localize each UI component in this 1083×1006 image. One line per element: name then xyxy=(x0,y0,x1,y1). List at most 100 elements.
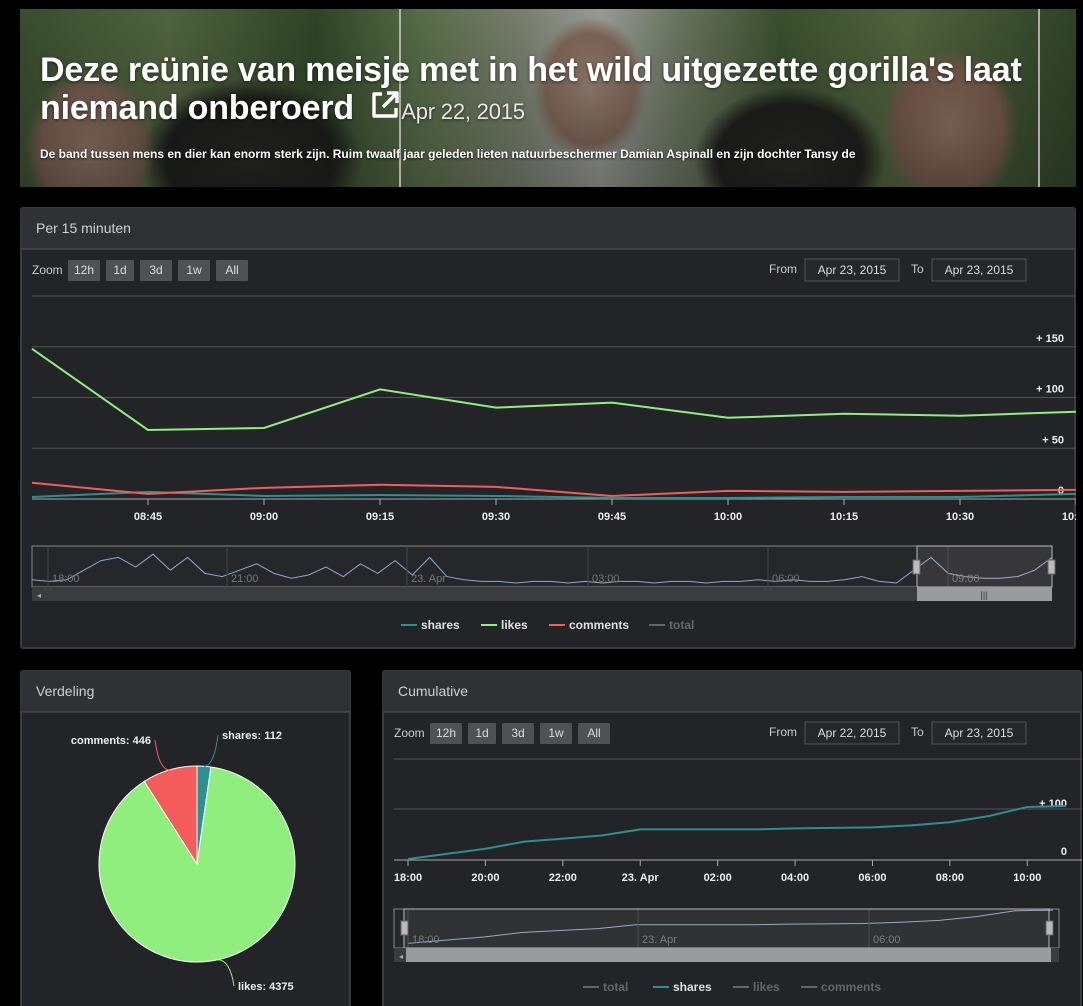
legend-item-comments[interactable]: comments xyxy=(549,618,629,632)
series-line-shares xyxy=(31,490,1077,499)
legend-label[interactable]: total xyxy=(603,980,628,994)
zoom-button-1w[interactable]: 1w xyxy=(540,723,572,744)
panel-heading: Cumulative xyxy=(383,671,1081,712)
cumulative-panel: Cumulative Zoom 12h 1d 3d 1w All From Apr 22, 2… xyxy=(382,670,1082,1006)
navigator-label: 21:00 xyxy=(231,573,259,585)
legend-label[interactable]: comments xyxy=(821,980,881,994)
to-label: To xyxy=(911,262,924,276)
to-date-value[interactable]: Apr 23, 2015 xyxy=(945,726,1014,740)
zoom-button-label[interactable]: 1w xyxy=(186,263,202,277)
series-line-shares xyxy=(407,804,1067,860)
pie-label-connector xyxy=(154,739,170,771)
navigator-selection[interactable] xyxy=(916,545,1053,588)
x-tick-label: 22:00 xyxy=(549,872,577,884)
external-link-icon[interactable] xyxy=(369,89,401,129)
legend-item-shares[interactable]: shares xyxy=(653,980,712,994)
zoom-button-1w[interactable]: 1w xyxy=(178,260,210,281)
zoom-button-label[interactable]: 12h xyxy=(74,263,94,277)
y-tick-label: + 100 xyxy=(1036,384,1064,396)
navigator-scrollbar-track[interactable] xyxy=(32,587,1052,601)
navigator-handle-left[interactable] xyxy=(912,559,921,575)
zoom-button-3d[interactable]: 3d xyxy=(140,260,172,281)
legend-label[interactable]: shares xyxy=(421,618,460,632)
navigator-label: 18:00 xyxy=(52,573,80,585)
x-tick-label: 10:00 xyxy=(714,511,742,523)
verdeling-panel: Verdeling shares: 112 likes: 4375 comments… xyxy=(20,670,351,1006)
article-summary: De band tussen mens en dier kan enorm st… xyxy=(40,147,856,161)
navigator-handle-right[interactable] xyxy=(1047,559,1056,575)
navigator-selection[interactable] xyxy=(403,908,1050,949)
x-tick-label: 10:45 xyxy=(1062,511,1076,523)
x-tick-label: 10:00 xyxy=(1013,872,1041,884)
per-15-minutes-panel: Per 15 minuten Zoom 12h 1d 3d 1w All From Apr 2… xyxy=(20,207,1083,649)
navigator-label: 06:00 xyxy=(772,573,800,585)
zoom-button-label[interactable]: 1d xyxy=(113,263,126,277)
pie-data-label: comments: 446 xyxy=(71,735,151,747)
legend-label[interactable]: likes xyxy=(753,980,780,994)
scrollbar-grip-icon[interactable]: ||| xyxy=(980,590,987,600)
navigator-label: 23. Apr xyxy=(411,573,446,585)
cumulative-chart: Zoom 12h 1d 3d 1w All From Apr 22, 2015 To Apr 23… xyxy=(393,721,1082,994)
x-tick-label: 06:00 xyxy=(858,872,886,884)
verdeling-pie-chart: shares: 112 likes: 4375 comments: 446 xyxy=(71,730,296,993)
legend-item-comments[interactable]: comments xyxy=(801,980,881,994)
pie-data-label: likes: 4375 xyxy=(238,981,294,993)
scroll-left-icon[interactable]: ◂ xyxy=(37,591,41,600)
legend-item-likes[interactable]: likes xyxy=(481,618,528,632)
zoom-label: Zoom xyxy=(32,263,63,277)
y-tick-label: 0 xyxy=(1061,846,1067,858)
zoom-button-1d[interactable]: 1d xyxy=(468,723,496,744)
navigator-handle-left[interactable] xyxy=(400,920,409,936)
legend-item-likes[interactable]: likes xyxy=(733,980,780,994)
from-date-value[interactable]: Apr 23, 2015 xyxy=(818,263,887,277)
pie-label-connector xyxy=(203,734,219,767)
y-tick-label: + 50 xyxy=(1042,434,1064,446)
panel-body: shares: 112 likes: 4375 comments: 446 xyxy=(21,712,350,1006)
to-date-value[interactable]: Apr 23, 2015 xyxy=(945,263,1014,277)
y-tick-label: + 100 xyxy=(1039,798,1067,810)
legend-label[interactable]: comments xyxy=(569,618,629,632)
x-tick-label: 18:00 xyxy=(394,872,422,884)
x-tick-label: 09:45 xyxy=(598,511,626,523)
zoom-button-label[interactable]: 1w xyxy=(548,726,564,740)
x-tick-label: 09:00 xyxy=(250,511,278,523)
legend-label[interactable]: likes xyxy=(501,618,528,632)
zoom-button-label[interactable]: 3d xyxy=(149,263,162,277)
zoom-button-label[interactable]: All xyxy=(225,263,238,277)
zoom-button-label[interactable]: 3d xyxy=(511,726,524,740)
legend-label[interactable]: total xyxy=(669,618,694,632)
x-tick-label: 23. Apr xyxy=(622,872,660,884)
zoom-button-All[interactable]: All xyxy=(216,260,248,281)
y-tick-label: + 150 xyxy=(1036,333,1064,345)
panel-body: Zoom 12h 1d 3d 1w All From Apr 22, 2015 To Apr 23… xyxy=(383,712,1082,1006)
zoom-button-12h[interactable]: 12h xyxy=(68,260,100,281)
pie-label-connector xyxy=(217,959,235,987)
navigator-scrollbar-thumb[interactable] xyxy=(406,948,1051,962)
x-tick-label: 20:00 xyxy=(471,872,499,884)
navigator-label: 03:00 xyxy=(592,573,620,585)
x-tick-label: 08:45 xyxy=(134,511,162,523)
legend-item-total[interactable]: total xyxy=(583,980,628,994)
panel-heading: Per 15 minuten xyxy=(21,208,1075,249)
zoom-button-12h[interactable]: 12h xyxy=(430,723,462,744)
legend-item-total[interactable]: total xyxy=(649,618,694,632)
zoom-button-label[interactable]: 1d xyxy=(475,726,488,740)
from-label: From xyxy=(769,262,797,276)
article-date: Apr 22, 2015 xyxy=(401,99,525,124)
panel-body: Zoom 12h 1d 3d 1w All From Apr 23, 2015 To Apr 23… xyxy=(21,249,1083,648)
x-tick-label: 04:00 xyxy=(781,872,809,884)
from-label: From xyxy=(769,725,797,739)
scroll-left-icon[interactable]: ◂ xyxy=(399,952,403,961)
navigator-handle-right[interactable] xyxy=(1045,920,1054,936)
x-tick-label: 09:30 xyxy=(482,511,510,523)
zoom-button-3d[interactable]: 3d xyxy=(502,723,534,744)
zoom-button-label[interactable]: All xyxy=(587,726,600,740)
zoom-button-All[interactable]: All xyxy=(578,723,610,744)
legend-item-shares[interactable]: shares xyxy=(401,618,460,632)
x-tick-label: 10:30 xyxy=(946,511,974,523)
from-date-value[interactable]: Apr 22, 2015 xyxy=(818,726,887,740)
zoom-button-label[interactable]: 12h xyxy=(436,726,456,740)
legend-label[interactable]: shares xyxy=(673,980,712,994)
zoom-button-1d[interactable]: 1d xyxy=(106,260,134,281)
article-title[interactable]: Deze reünie van meisje met in het wild u… xyxy=(40,51,1022,127)
